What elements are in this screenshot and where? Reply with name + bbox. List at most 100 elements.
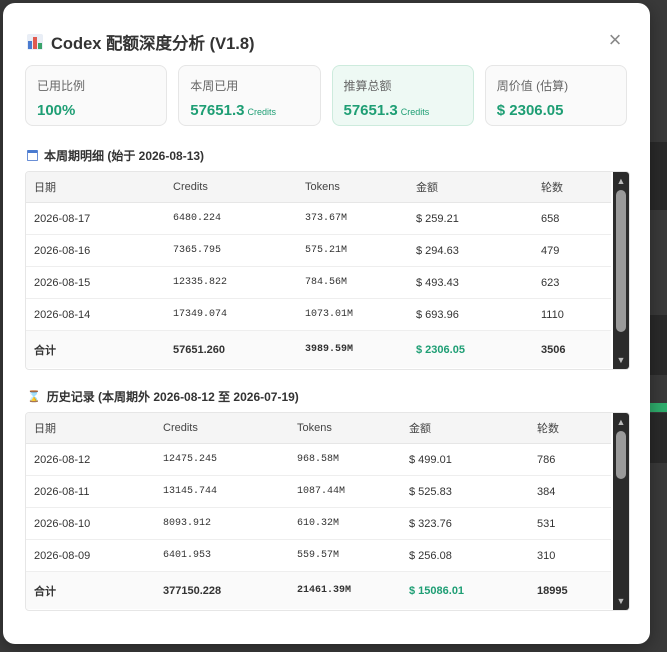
col-header-amount[interactable]: 金额: [401, 413, 529, 444]
cell-date: 2026-08-14: [26, 298, 165, 331]
stat-unit: Credits: [247, 107, 276, 117]
cell-date: 2026-08-11: [26, 475, 155, 508]
total-amount: $ 15086.01: [401, 571, 529, 609]
cell-amount: $ 259.21: [408, 202, 533, 235]
cell-rounds: 786: [529, 443, 611, 476]
table-row: 2026-08-09 6401.953 559.57M $ 256.08 310: [26, 539, 611, 572]
col-header-date[interactable]: 日期: [26, 413, 155, 444]
cell-rounds: 531: [529, 507, 611, 540]
cell-rounds: 310: [529, 539, 611, 572]
cell-credits: 8093.912: [155, 507, 289, 540]
cell-amount: $ 525.83: [401, 475, 529, 508]
stat-label: 周价值 (估算): [496, 79, 569, 93]
cell-rounds: 384: [529, 475, 611, 508]
col-header-amount[interactable]: 金额: [408, 172, 533, 203]
total-tokens: 3989.59M: [297, 330, 408, 368]
table-row: 2026-08-17 6480.224 373.67M $ 259.21 658: [26, 202, 611, 235]
cell-amount: $ 499.01: [401, 443, 529, 476]
stat-value: 100%: [37, 102, 76, 119]
cell-credits: 7365.795: [165, 234, 297, 267]
background-panel: [649, 142, 667, 210]
cell-tokens: 1087.44M: [289, 475, 401, 508]
close-icon[interactable]: ×: [604, 29, 626, 51]
cell-tokens: 784.56M: [297, 266, 408, 299]
cell-credits: 13145.744: [155, 475, 289, 508]
stat-card-estimated-total: 推算总额 57651.3 Credits: [331, 65, 474, 126]
table-row: 2026-08-16 7365.795 575.21M $ 294.63 479: [26, 234, 611, 267]
cell-rounds: 658: [533, 202, 611, 235]
cell-date: 2026-08-10: [26, 507, 155, 540]
cell-credits: 12475.245: [155, 443, 289, 476]
current-week-section-title: 本周期明细 (始于 2026-08-13): [27, 147, 204, 164]
scroll-up-icon[interactable]: ▲: [613, 174, 629, 188]
cell-tokens: 559.57M: [289, 539, 401, 572]
cell-amount: $ 294.63: [408, 234, 533, 267]
stat-label: 已用比例: [37, 79, 86, 93]
background-panel: [649, 413, 667, 463]
history-scrollbar[interactable]: ▲ ▼: [613, 413, 629, 610]
quota-analysis-modal: Codex 配额深度分析 (V1.8) × 已用比例 100% 本周已用 576…: [3, 3, 650, 644]
stat-card-week-used: 本周已用 57651.3 Credits: [178, 65, 321, 126]
table-row: 2026-08-12 12475.245 968.58M $ 499.01 78…: [26, 443, 611, 476]
cell-credits: 17349.074: [165, 298, 297, 331]
total-label: 合计: [26, 330, 165, 368]
col-header-date[interactable]: 日期: [26, 172, 165, 203]
col-header-credits[interactable]: Credits: [165, 172, 297, 203]
table-row: 2026-08-11 13145.744 1087.44M $ 525.83 3…: [26, 475, 611, 508]
hourglass-icon: ⌛: [27, 391, 41, 403]
table-total-row: 合计 377150.228 21461.39M $ 15086.01 18995: [26, 571, 611, 609]
col-header-credits[interactable]: Credits: [155, 413, 289, 444]
cell-amount: $ 693.96: [408, 298, 533, 331]
scroll-thumb[interactable]: [616, 190, 626, 332]
scroll-thumb[interactable]: [616, 431, 626, 479]
col-header-tokens[interactable]: Tokens: [297, 172, 408, 203]
total-tokens: 21461.39M: [289, 571, 401, 609]
cell-amount: $ 256.08: [401, 539, 529, 572]
cell-credits: 12335.822: [165, 266, 297, 299]
bar-chart-icon: [27, 34, 43, 50]
cell-date: 2026-08-16: [26, 234, 165, 267]
stat-value: $ 2306.05: [496, 102, 564, 119]
col-header-tokens[interactable]: Tokens: [289, 413, 401, 444]
cell-rounds: 1110: [533, 298, 611, 331]
stat-card-weekly-value: 周价值 (估算) $ 2306.05: [484, 65, 627, 126]
cell-amount: $ 493.43: [408, 266, 533, 299]
table-total-row: 合计 57651.260 3989.59M $ 2306.05 3506: [26, 330, 611, 368]
table-row: 2026-08-10 8093.912 610.32M $ 323.76 531: [26, 507, 611, 540]
total-rounds: 18995: [529, 571, 611, 609]
cell-date: 2026-08-09: [26, 539, 155, 572]
table-row: 2026-08-15 12335.822 784.56M $ 493.43 62…: [26, 266, 611, 299]
history-table: 日期 Credits Tokens 金额 轮数 2026-08-12 12475…: [25, 412, 630, 611]
cell-tokens: 373.67M: [297, 202, 408, 235]
cell-rounds: 479: [533, 234, 611, 267]
cell-credits: 6401.953: [155, 539, 289, 572]
stat-value: 57651.3 Credits: [190, 102, 276, 119]
current-week-scrollbar[interactable]: ▲ ▼: [613, 172, 629, 369]
modal-header: Codex 配额深度分析 (V1.8) ×: [27, 25, 630, 59]
modal-title: Codex 配额深度分析 (V1.8): [51, 35, 255, 53]
cell-tokens: 1073.01M: [297, 298, 408, 331]
col-header-rounds[interactable]: 轮数: [529, 413, 611, 444]
total-label: 合计: [26, 571, 155, 609]
scroll-down-icon[interactable]: ▼: [613, 594, 629, 608]
stats-row: 已用比例 100% 本周已用 57651.3 Credits 推算总额 57651…: [25, 65, 627, 126]
scroll-up-icon[interactable]: ▲: [613, 415, 629, 429]
table-header-row: 日期 Credits Tokens 金额 轮数: [26, 172, 611, 203]
scroll-down-icon[interactable]: ▼: [613, 353, 629, 367]
cell-amount: $ 323.76: [401, 507, 529, 540]
total-credits: 57651.260: [165, 330, 297, 368]
col-header-rounds[interactable]: 轮数: [533, 172, 611, 203]
table-header-row: 日期 Credits Tokens 金额 轮数: [26, 413, 611, 444]
total-amount: $ 2306.05: [408, 330, 533, 368]
cell-date: 2026-08-17: [26, 202, 165, 235]
stat-unit: Credits: [400, 107, 430, 117]
stat-card-usage-ratio: 已用比例 100%: [25, 65, 168, 126]
total-credits: 377150.228: [155, 571, 289, 609]
stat-label: 推算总额: [343, 79, 392, 93]
cell-date: 2026-08-12: [26, 443, 155, 476]
cell-tokens: 575.21M: [297, 234, 408, 267]
total-rounds: 3506: [533, 330, 611, 368]
cell-rounds: 623: [533, 266, 611, 299]
stat-value: 57651.3 Credits: [343, 102, 430, 119]
table-row: 2026-08-14 17349.074 1073.01M $ 693.96 1…: [26, 298, 611, 331]
